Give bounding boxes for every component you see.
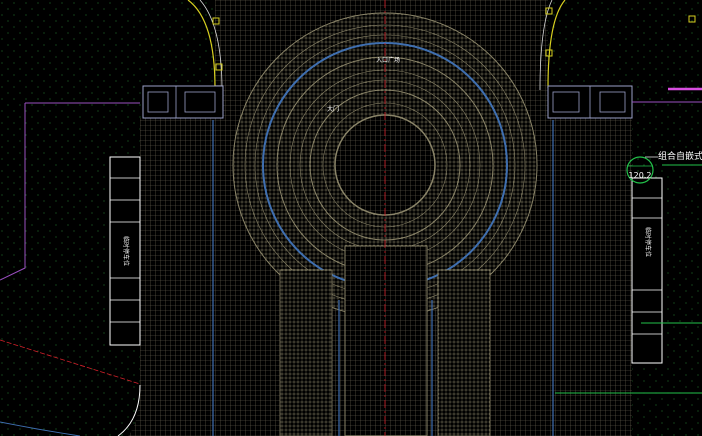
- gate-label: 大门: [327, 105, 339, 113]
- walkway-right-band: [437, 269, 491, 436]
- elevation-tag-label: 120.2: [629, 171, 652, 180]
- central-walkway: [344, 245, 428, 436]
- left-parking-label: 临时停车位: [122, 236, 130, 266]
- gate-building-right: [547, 85, 633, 119]
- parking-bay-right: [631, 177, 663, 364]
- plaza-name-label: 入口广场: [376, 56, 400, 64]
- gate-building-left: [142, 85, 224, 119]
- walkway-left-band: [279, 269, 333, 436]
- annotation-text: 组合自嵌式挡: [658, 150, 702, 162]
- right-parking-label: 临时停车位: [644, 227, 652, 257]
- cad-plan-canvas: 入口广场 大门 组合自嵌式挡 120.2 临时停车位 临时停车位: [0, 0, 702, 436]
